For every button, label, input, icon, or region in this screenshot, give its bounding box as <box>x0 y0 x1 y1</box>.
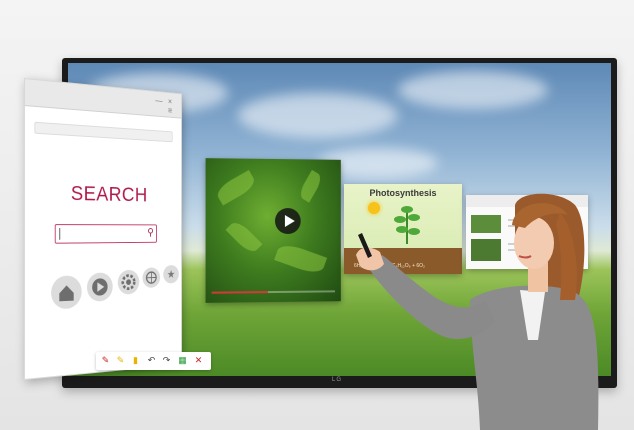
nav-icon-row: ★ <box>49 264 179 327</box>
plant-leaf <box>401 206 413 213</box>
plant-leaf <box>394 216 406 223</box>
image-thumbnail[interactable] <box>471 239 501 261</box>
play-button[interactable] <box>274 208 301 234</box>
search-heading: SEARCH <box>70 182 148 207</box>
brand-logo: LG <box>332 377 343 383</box>
address-bar[interactable] <box>34 121 173 143</box>
text-line <box>508 219 568 221</box>
leaf-shape <box>274 241 328 277</box>
document-panel[interactable] <box>466 195 588 269</box>
menu-icon[interactable]: ≡ <box>168 106 172 115</box>
text-line <box>508 249 553 251</box>
cloud <box>238 93 398 138</box>
plant-leaf <box>408 228 420 235</box>
plant-leaf <box>396 226 408 233</box>
text-line <box>508 243 563 245</box>
soil-area <box>344 248 462 274</box>
sun-icon <box>368 202 380 214</box>
plant-leaf <box>408 214 420 221</box>
photosynthesis-panel[interactable]: Photosynthesis 6H₂O + 6CO₂ → C₆H₁₂O₆ + 6… <box>344 184 462 274</box>
annotation-toolbar: ✎ ✎ ▮ ↶ ↷ ▦ ✕ <box>96 352 211 370</box>
home-icon[interactable] <box>51 275 82 310</box>
pen-icon[interactable]: ✎ <box>100 355 111 366</box>
text-line <box>508 225 558 227</box>
cloud <box>398 71 548 109</box>
eraser-icon[interactable]: ▮ <box>130 355 141 366</box>
minimize-icon[interactable]: — <box>155 95 162 105</box>
video-progress-fill <box>211 291 268 294</box>
save-icon[interactable]: ▦ <box>177 355 188 366</box>
video-progress-bar[interactable] <box>211 290 336 294</box>
globe-icon[interactable] <box>142 267 161 289</box>
browser-panel[interactable]: — × ≡ SEARCH ⚲ ★ <box>24 78 182 380</box>
undo-icon[interactable]: ↶ <box>146 355 157 366</box>
leaf-shape <box>297 169 324 203</box>
leaf-shape <box>225 218 263 256</box>
close-icon[interactable]: ✕ <box>193 355 204 366</box>
video-panel[interactable] <box>205 158 341 303</box>
highlighter-icon[interactable]: ✎ <box>115 355 126 366</box>
image-thumbnail[interactable] <box>471 215 501 233</box>
leaf-shape <box>213 169 258 206</box>
play-icon[interactable] <box>86 272 113 302</box>
document-header <box>466 195 588 207</box>
text-caret <box>59 228 61 240</box>
star-icon[interactable]: ★ <box>163 264 179 284</box>
panel-title: Photosynthesis <box>369 188 437 198</box>
search-input[interactable]: ⚲ <box>54 224 157 244</box>
photosynthesis-formula: 6H₂O + 6CO₂ → C₆H₁₂O₆ + 6O₂ <box>354 263 426 269</box>
redo-icon[interactable]: ↷ <box>161 355 172 366</box>
gear-icon[interactable] <box>118 270 139 295</box>
close-icon[interactable]: × <box>168 97 172 106</box>
search-icon[interactable]: ⚲ <box>147 226 153 238</box>
